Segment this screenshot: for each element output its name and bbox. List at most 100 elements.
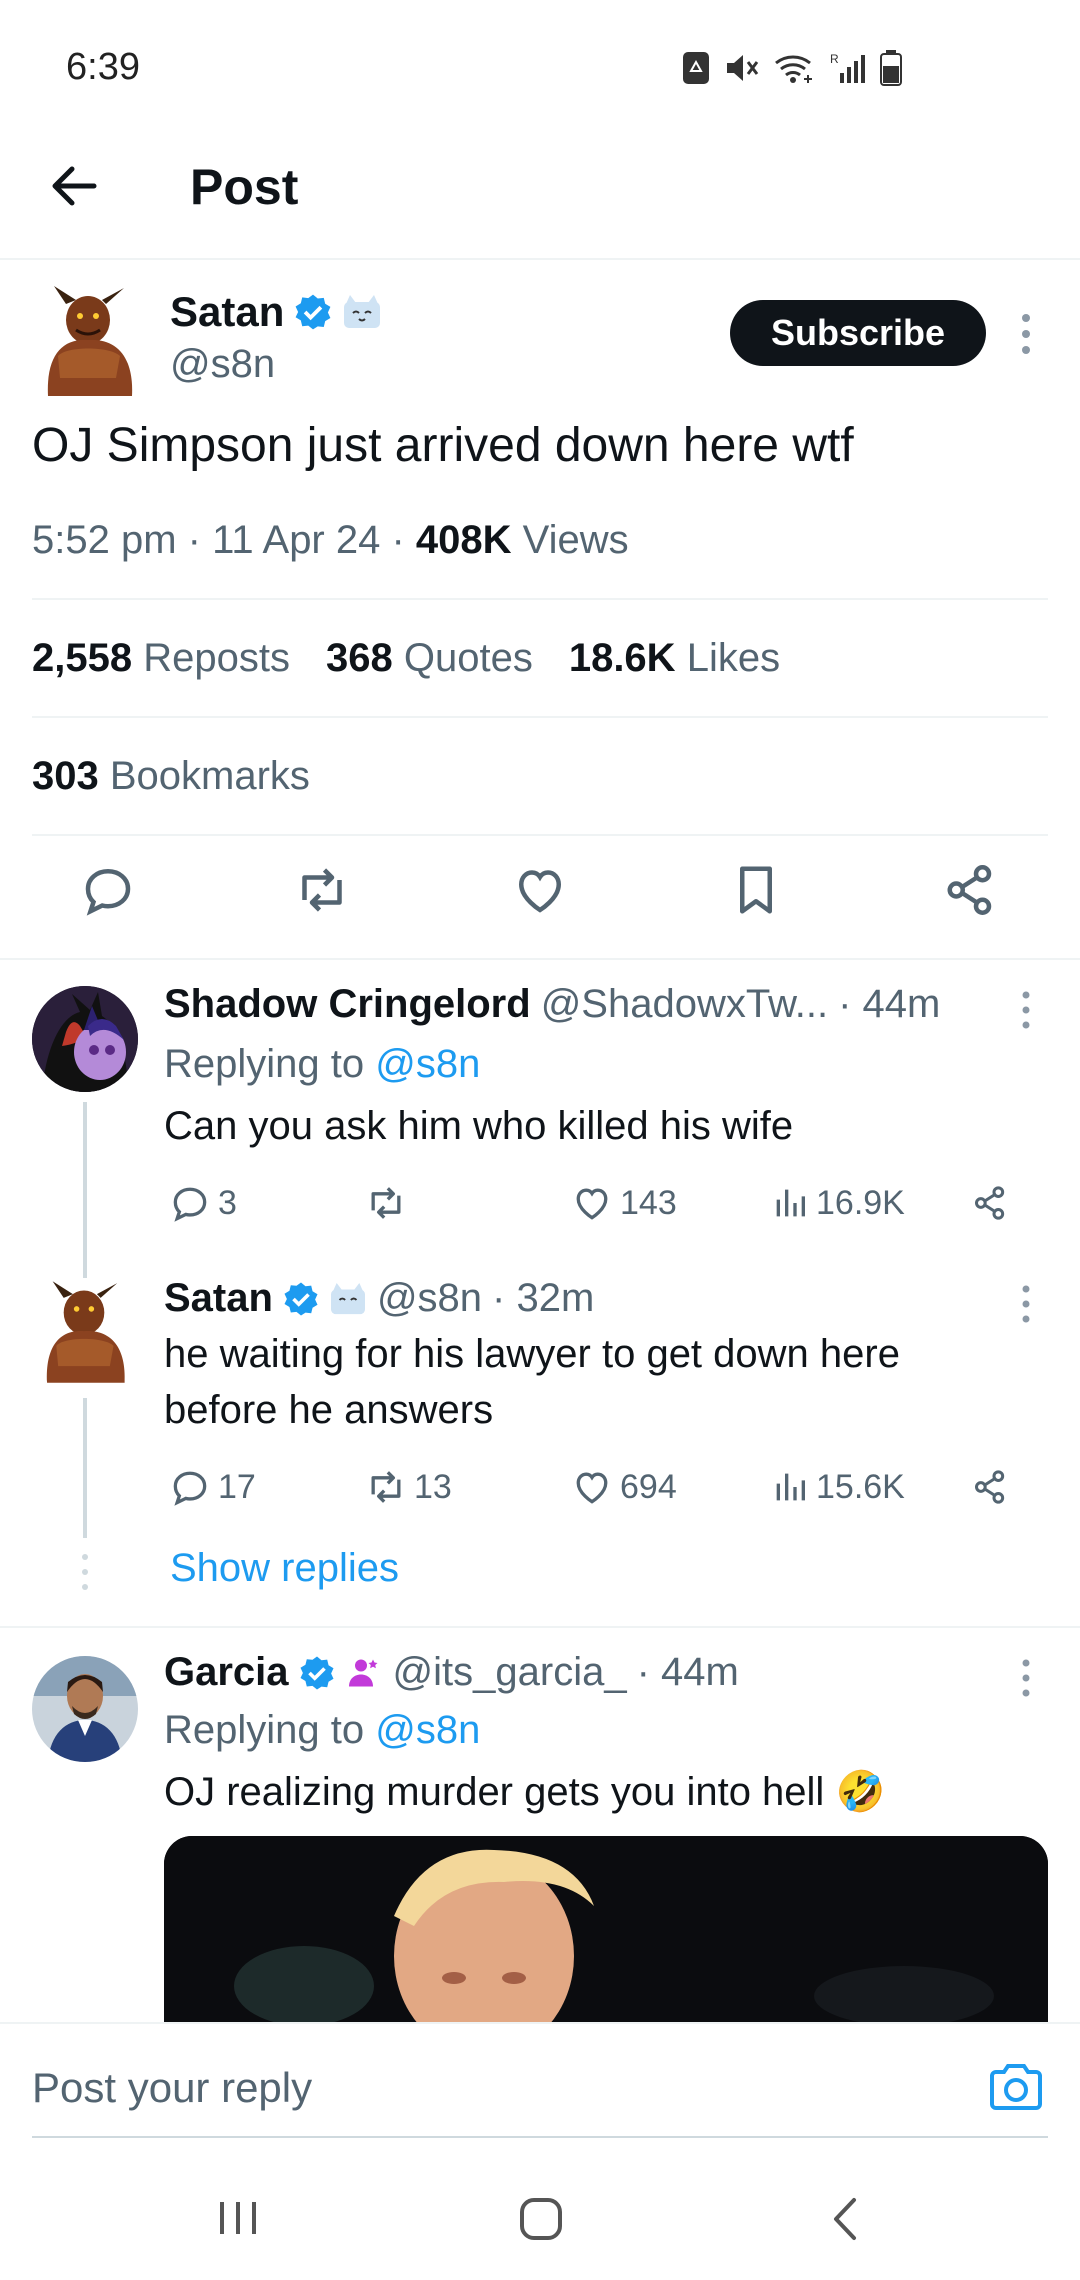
post-text: OJ Simpson just arrived down here wtf [32, 419, 854, 472]
reply-more-button[interactable] [1016, 1658, 1036, 1698]
reply-comment-button[interactable]: 17 [168, 1465, 256, 1509]
views-chart-icon [776, 1189, 805, 1217]
replying-to-handle[interactable]: @s8n [375, 1708, 480, 1752]
author-name[interactable]: Satan [170, 288, 284, 336]
home-button[interactable] [518, 2196, 564, 2242]
page-title: Post [190, 159, 299, 215]
reply-count: 3 [218, 1183, 237, 1222]
reply-header: Garcia @its_garcia_ · 44m [164, 1650, 739, 1695]
reply-author-handle[interactable]: @s8n [377, 1276, 482, 1321]
recents-button[interactable] [216, 2198, 260, 2238]
like-count: 694 [620, 1467, 677, 1506]
reply-input[interactable]: Post your reply [32, 2064, 312, 2112]
camera-icon [990, 2064, 1042, 2110]
share-icon [975, 1186, 1005, 1220]
replying-to-label: Replying to [164, 1042, 365, 1086]
recents-icon [220, 2202, 256, 2234]
reply-media[interactable] [164, 1836, 1048, 2026]
subscribe-button[interactable]: Subscribe [730, 300, 986, 366]
verified-badge-icon [295, 294, 331, 330]
bookmark-icon [740, 866, 772, 914]
reply-author-name[interactable]: Satan [164, 1276, 273, 1321]
reply-text-row: OJ realizing murder gets you into hell 🤣 [164, 1764, 885, 1820]
reply-time: · 32m [492, 1276, 595, 1320]
system-back-button[interactable] [826, 2196, 862, 2242]
like-button[interactable] [510, 860, 570, 920]
more-vertical-icon [1022, 1659, 1030, 1697]
reply-share-button[interactable] [970, 1183, 1010, 1223]
post-views-label: Views [511, 518, 629, 562]
share-icon [975, 1470, 1005, 1504]
reply-share-button[interactable] [970, 1467, 1010, 1507]
likes-count: 18.6K [568, 636, 676, 680]
reply-comment-button[interactable]: 3 [168, 1181, 237, 1225]
reply-actions: 3 143 16.9K [164, 1180, 1024, 1226]
reply-button[interactable] [78, 860, 138, 920]
reply-views-button[interactable]: 16.9K [770, 1183, 905, 1223]
reposts-count: 2,558 [32, 636, 133, 680]
quotes-stat[interactable]: 368 Quotes [326, 636, 533, 681]
reply-author-handle[interactable]: @its_garcia_ [393, 1650, 627, 1695]
repost-icon [302, 868, 342, 912]
rofl-emoji: 🤣 [835, 1770, 886, 1814]
cartoon-avatar-image [32, 986, 138, 1092]
reply-actions: 17 13 694 15.6K [164, 1464, 1024, 1510]
likes-stat[interactable]: 18.6K Likes [569, 636, 780, 681]
post-author-row: Satan [170, 288, 382, 336]
avatar[interactable] [36, 1276, 132, 1388]
reply-author-name[interactable]: Shadow Cringelord [164, 982, 531, 1027]
share-button[interactable] [940, 860, 1000, 920]
likes-label: Likes [686, 636, 781, 680]
views-chart-icon [776, 1473, 805, 1501]
more-vertical-icon [1022, 991, 1030, 1029]
avatar[interactable] [36, 286, 140, 396]
bookmarks-stat[interactable]: 303 Bookmarks [32, 754, 310, 799]
avatar[interactable] [32, 1656, 138, 1762]
reply-more-button[interactable] [1016, 1284, 1036, 1324]
reply-text: OJ realizing murder gets you into hell [164, 1770, 825, 1814]
reposts-stat[interactable]: 2,558 Reposts [32, 636, 290, 681]
reply-more-button[interactable] [1016, 990, 1036, 1030]
more-vertical-icon [1022, 314, 1030, 354]
reply-like-button[interactable]: 694 [570, 1465, 677, 1509]
reply-like-button[interactable]: 143 [570, 1181, 677, 1225]
reply-count: 17 [218, 1467, 256, 1506]
more-options-button[interactable] [1016, 312, 1036, 356]
back-button[interactable] [46, 158, 102, 214]
repost-button[interactable] [292, 860, 352, 920]
reply-time: · 44m [838, 982, 941, 1026]
author-handle[interactable]: @s8n [170, 342, 275, 387]
camera-button[interactable] [988, 2062, 1044, 2112]
reply-text: Can you ask him who killed his wife [164, 1104, 794, 1148]
heart-icon [576, 1188, 608, 1220]
replying-to-handle[interactable]: @s8n [375, 1042, 480, 1086]
heart-icon [518, 870, 562, 913]
reply-author-handle[interactable]: @ShadowxTw... [541, 982, 828, 1027]
reply-author-name[interactable]: Garcia [164, 1650, 289, 1695]
quotes-label: Quotes [403, 636, 533, 680]
divider [32, 598, 1048, 600]
show-replies-link[interactable]: Show replies [170, 1546, 399, 1591]
replying-to: Replying to @s8n [164, 1036, 480, 1092]
reply-repost-button[interactable] [364, 1181, 414, 1225]
post-stats: 2,558 Reposts 368 Quotes 18.6K Likes [32, 636, 780, 681]
section-divider [0, 958, 1080, 960]
verified-badge-icon [284, 1282, 318, 1315]
views-count: 16.9K [816, 1183, 905, 1222]
reply-views-button[interactable]: 15.6K [770, 1467, 905, 1507]
signal-icon: R [830, 52, 865, 83]
home-icon [520, 2198, 562, 2240]
arrow-left-icon [52, 166, 97, 206]
person-avatar-image [32, 1656, 138, 1762]
post-views-count: 408K [415, 518, 512, 562]
cat-emoji-icon [330, 1282, 365, 1314]
mute-icon [727, 55, 759, 81]
reposts-label: Reposts [143, 636, 290, 680]
demon-avatar-image [46, 1281, 125, 1383]
chevron-left-icon [834, 2198, 856, 2240]
bookmark-button[interactable] [726, 860, 786, 920]
comment-icon [173, 1187, 207, 1222]
avatar[interactable] [32, 986, 138, 1092]
reply-repost-button[interactable]: 13 [364, 1465, 452, 1509]
replying-to: Replying to @s8n [164, 1702, 480, 1758]
